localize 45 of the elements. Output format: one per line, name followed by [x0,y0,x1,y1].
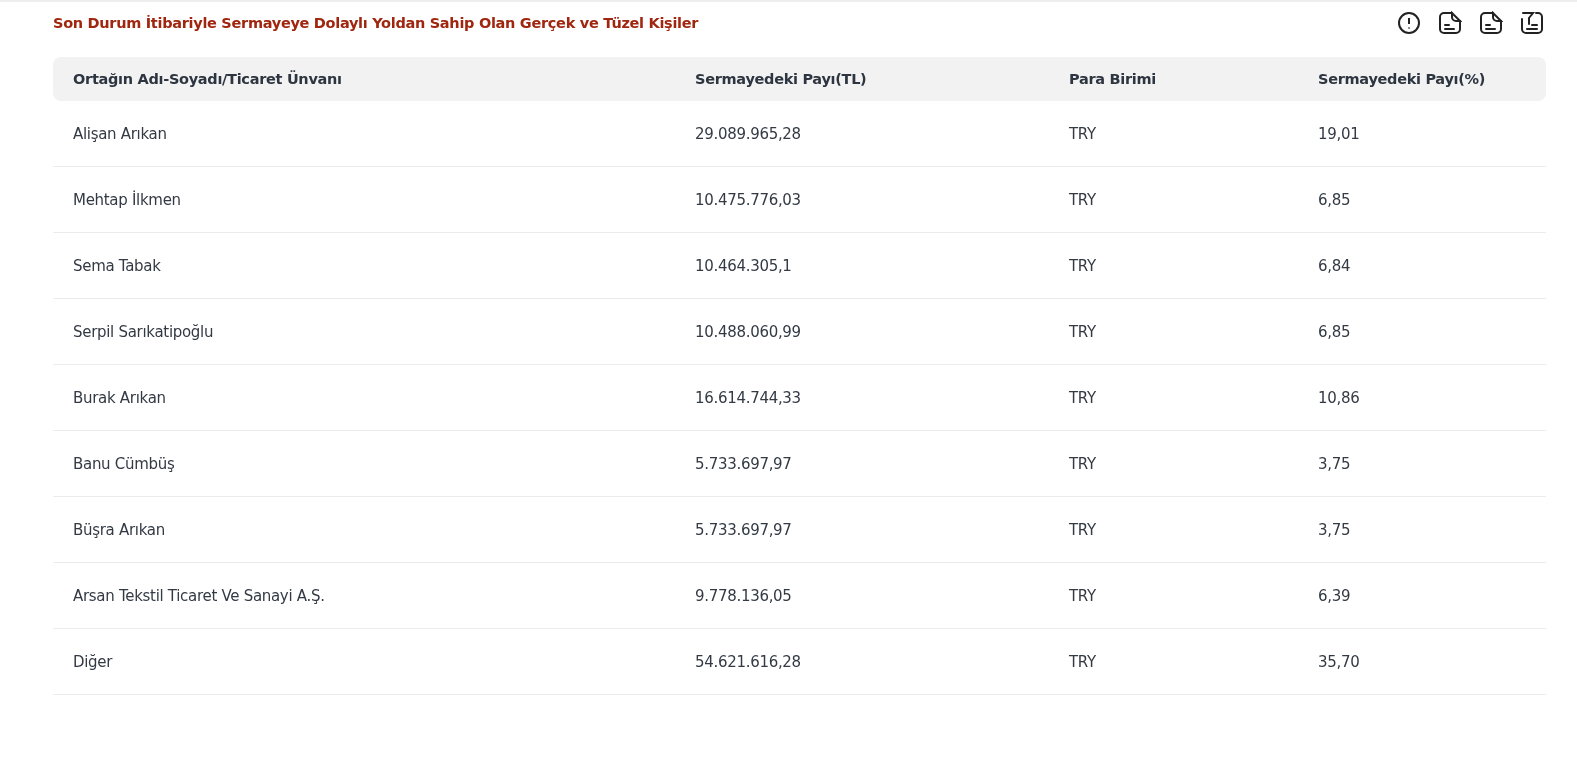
table-cell-text: TRY [1069,520,1097,539]
table-cell-text: Burak Arıkan [73,388,167,407]
table-cell-text: 29.089.965,28 [695,124,802,143]
column-header: Sermayedeki Payı(TL) [695,71,868,87]
table-cell-text: Diğer [73,652,114,671]
table-cell-text: TRY [1069,256,1097,275]
table-cell-text: Büşra Arıkan [73,520,166,539]
table-cell-text: 3,75 [1318,520,1352,539]
table-cell-text: Serpil Sarıkatipoğlu [73,322,215,341]
table-cell-text: 10.488.060,99 [695,322,802,341]
section-title: Son Durum İtibariyle Sermayeye Dolaylı Yoldan Sahip Olan Gerçek ve Tüzel Kişiler [53,15,699,31]
document-icon[interactable] [1438,11,1462,35]
table-cell-text: 6,85 [1318,322,1352,341]
table-cell-text: TRY [1069,322,1097,341]
table-cell-text: TRY [1069,190,1097,209]
table-cell-text: 6,39 [1318,586,1352,605]
column-header: Sermayedeki Payı(%) [1318,71,1487,87]
table-cell-text: 54.621.616,28 [695,652,802,671]
document-icon[interactable] [1479,11,1503,35]
table-cell-text: Sema Tabak [73,256,162,275]
table-cell-text: 10.464.305,1 [695,256,793,275]
table-cell-text: 16.614.744,33 [695,388,802,407]
table-cell-text: TRY [1069,652,1097,671]
table-cell-text: 9.778.136,05 [695,586,793,605]
table-cell-text: 6,84 [1318,256,1352,275]
table-cell-text: 5.733.697,97 [695,454,793,473]
info-icon[interactable] [1397,11,1421,35]
table-cell-text: TRY [1069,388,1097,407]
filter-icon[interactable] [1520,11,1544,35]
table-cell-text: Banu Cümbüş [73,454,176,473]
table-cell-text: TRY [1069,124,1097,143]
table-cell-text: 10.475.776,03 [695,190,802,209]
column-header: Ortağın Adı-Soyadı/Ticaret Ünvanı [73,71,343,87]
table-cell-text: TRY [1069,586,1097,605]
table-cell-text: 35,70 [1318,652,1361,671]
table-cell-text: TRY [1069,454,1097,473]
table-cell-text: Arsan Tekstil Ticaret Ve Sanayi A.Ş. [73,586,326,605]
table-cell-text: 5.733.697,97 [695,520,793,539]
table-cell-text: 10,86 [1318,388,1361,407]
table-cell-text: 6,85 [1318,190,1352,209]
table-cell-text: 3,75 [1318,454,1352,473]
column-header: Para Birimi [1069,71,1157,87]
table-cell-text: Mehtap İlkmen [73,190,182,209]
table-cell-text: 19,01 [1318,124,1361,143]
table-cell-text: Alişan Arıkan [73,124,168,143]
